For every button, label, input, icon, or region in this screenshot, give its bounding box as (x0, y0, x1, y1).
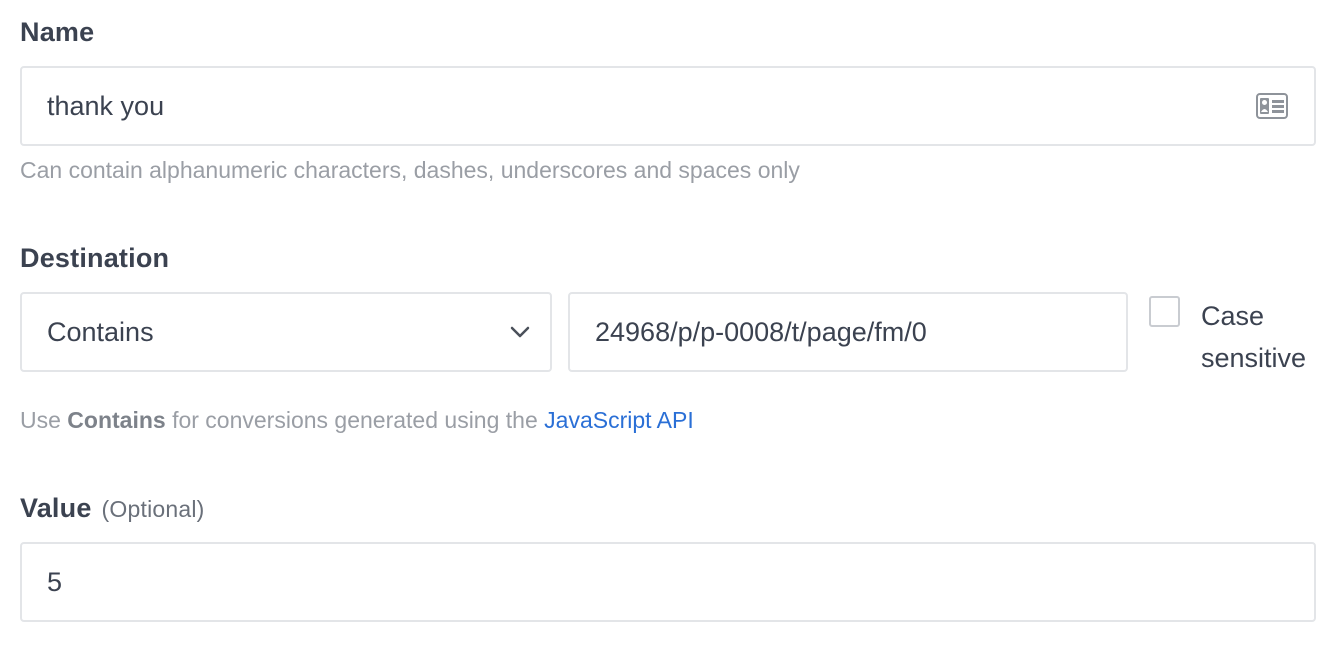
destination-path-input[interactable]: 24968/p/p-0008/t/page/fm/0 (568, 292, 1128, 372)
value-input[interactable]: 5 (20, 542, 1316, 622)
destination-label: Destination (20, 243, 170, 273)
name-input[interactable]: thank you (20, 66, 1316, 146)
destination-path-value: 24968/p/p-0008/t/page/fm/0 (595, 316, 927, 347)
match-type-selected: Contains (47, 316, 154, 347)
match-type-select[interactable]: Contains (20, 292, 552, 372)
name-input-value: thank you (47, 90, 165, 121)
value-label: Value (Optional) (20, 493, 205, 524)
name-label: Name (20, 17, 95, 47)
help-prefix: Use (20, 407, 68, 433)
name-help-text: Can contain alphanumeric characters, das… (20, 157, 800, 183)
contact-card-icon[interactable] (1256, 93, 1288, 119)
javascript-api-link[interactable]: JavaScript API (544, 407, 694, 433)
chevron-down-icon (510, 326, 530, 338)
destination-help-text: Use Contains for conversions generated u… (20, 407, 694, 434)
optional-hint: (Optional) (101, 496, 205, 522)
value-input-value: 5 (47, 566, 63, 597)
help-bold-contains: Contains (67, 407, 166, 433)
case-sensitive-checkbox[interactable] (1149, 296, 1180, 327)
case-sensitive-label[interactable]: Case sensitive (1201, 295, 1331, 379)
value-label-text: Value (20, 493, 92, 523)
help-middle: for conversions generated using the (165, 407, 545, 433)
